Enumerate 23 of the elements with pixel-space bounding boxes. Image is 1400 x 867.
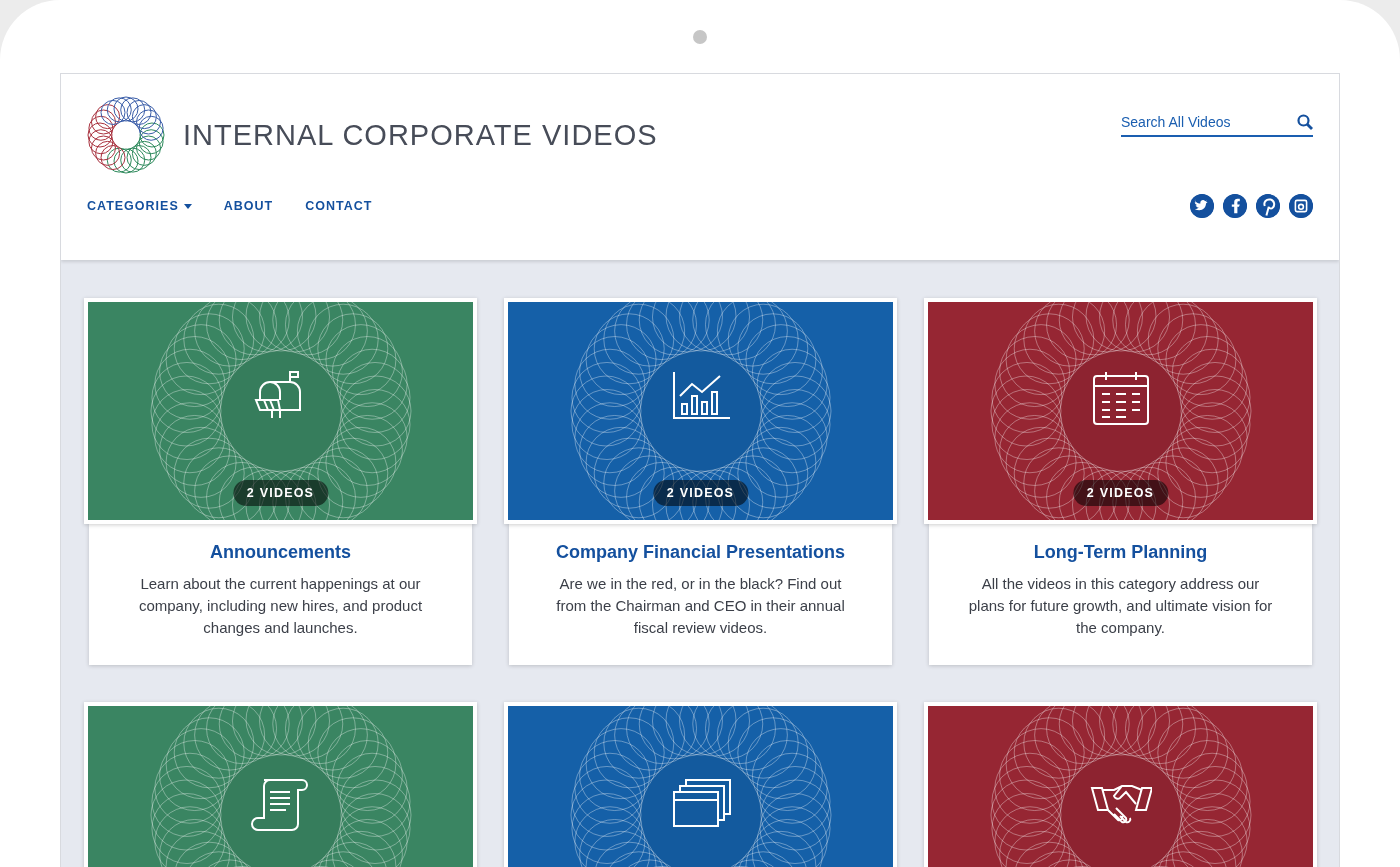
category-banner[interactable]: 2 VIDEOS bbox=[84, 298, 477, 524]
nav-link[interactable]: CATEGORIES bbox=[87, 199, 192, 213]
pinterest-icon[interactable] bbox=[1256, 194, 1280, 218]
facebook-icon[interactable] bbox=[1223, 194, 1247, 218]
category-banner[interactable]: 2 VIDEOS bbox=[504, 298, 897, 524]
twitter-icon[interactable] bbox=[1190, 194, 1214, 218]
instagram-icon[interactable] bbox=[1289, 194, 1313, 218]
search-field[interactable]: Search All Videos bbox=[1121, 114, 1313, 137]
category-description: Learn about the current happenings at our company, including new hires, and product changes and launches. bbox=[137, 574, 424, 638]
site-title: INTERNAL CORPORATE VIDEOS bbox=[183, 118, 658, 152]
video-count-badge: 2 VIDEOS bbox=[232, 480, 329, 506]
category-title[interactable]: Company Financial Presentations bbox=[543, 542, 858, 563]
category-description: All the videos in this category address our plans for future growth, and ultimate vision for the company. bbox=[967, 574, 1274, 638]
video-count-badge: 2 VIDEOS bbox=[1072, 480, 1169, 506]
search-icon[interactable] bbox=[1297, 114, 1313, 130]
category-description: Are we in the red, or in the black? Find out from the Chairman and CEO in their annual fiscal review videos. bbox=[555, 574, 846, 638]
category-title[interactable]: Long-Term Planning bbox=[963, 542, 1278, 563]
camera-dot bbox=[693, 30, 707, 44]
video-count-badge: 2 VIDEOS bbox=[652, 480, 749, 506]
category-banner[interactable]: 2 VIDEOS bbox=[924, 298, 1317, 524]
nav-link[interactable]: ABOUT bbox=[223, 199, 274, 213]
category-title[interactable]: Announcements bbox=[123, 542, 438, 563]
nav-link[interactable]: CONTACT bbox=[305, 199, 373, 213]
